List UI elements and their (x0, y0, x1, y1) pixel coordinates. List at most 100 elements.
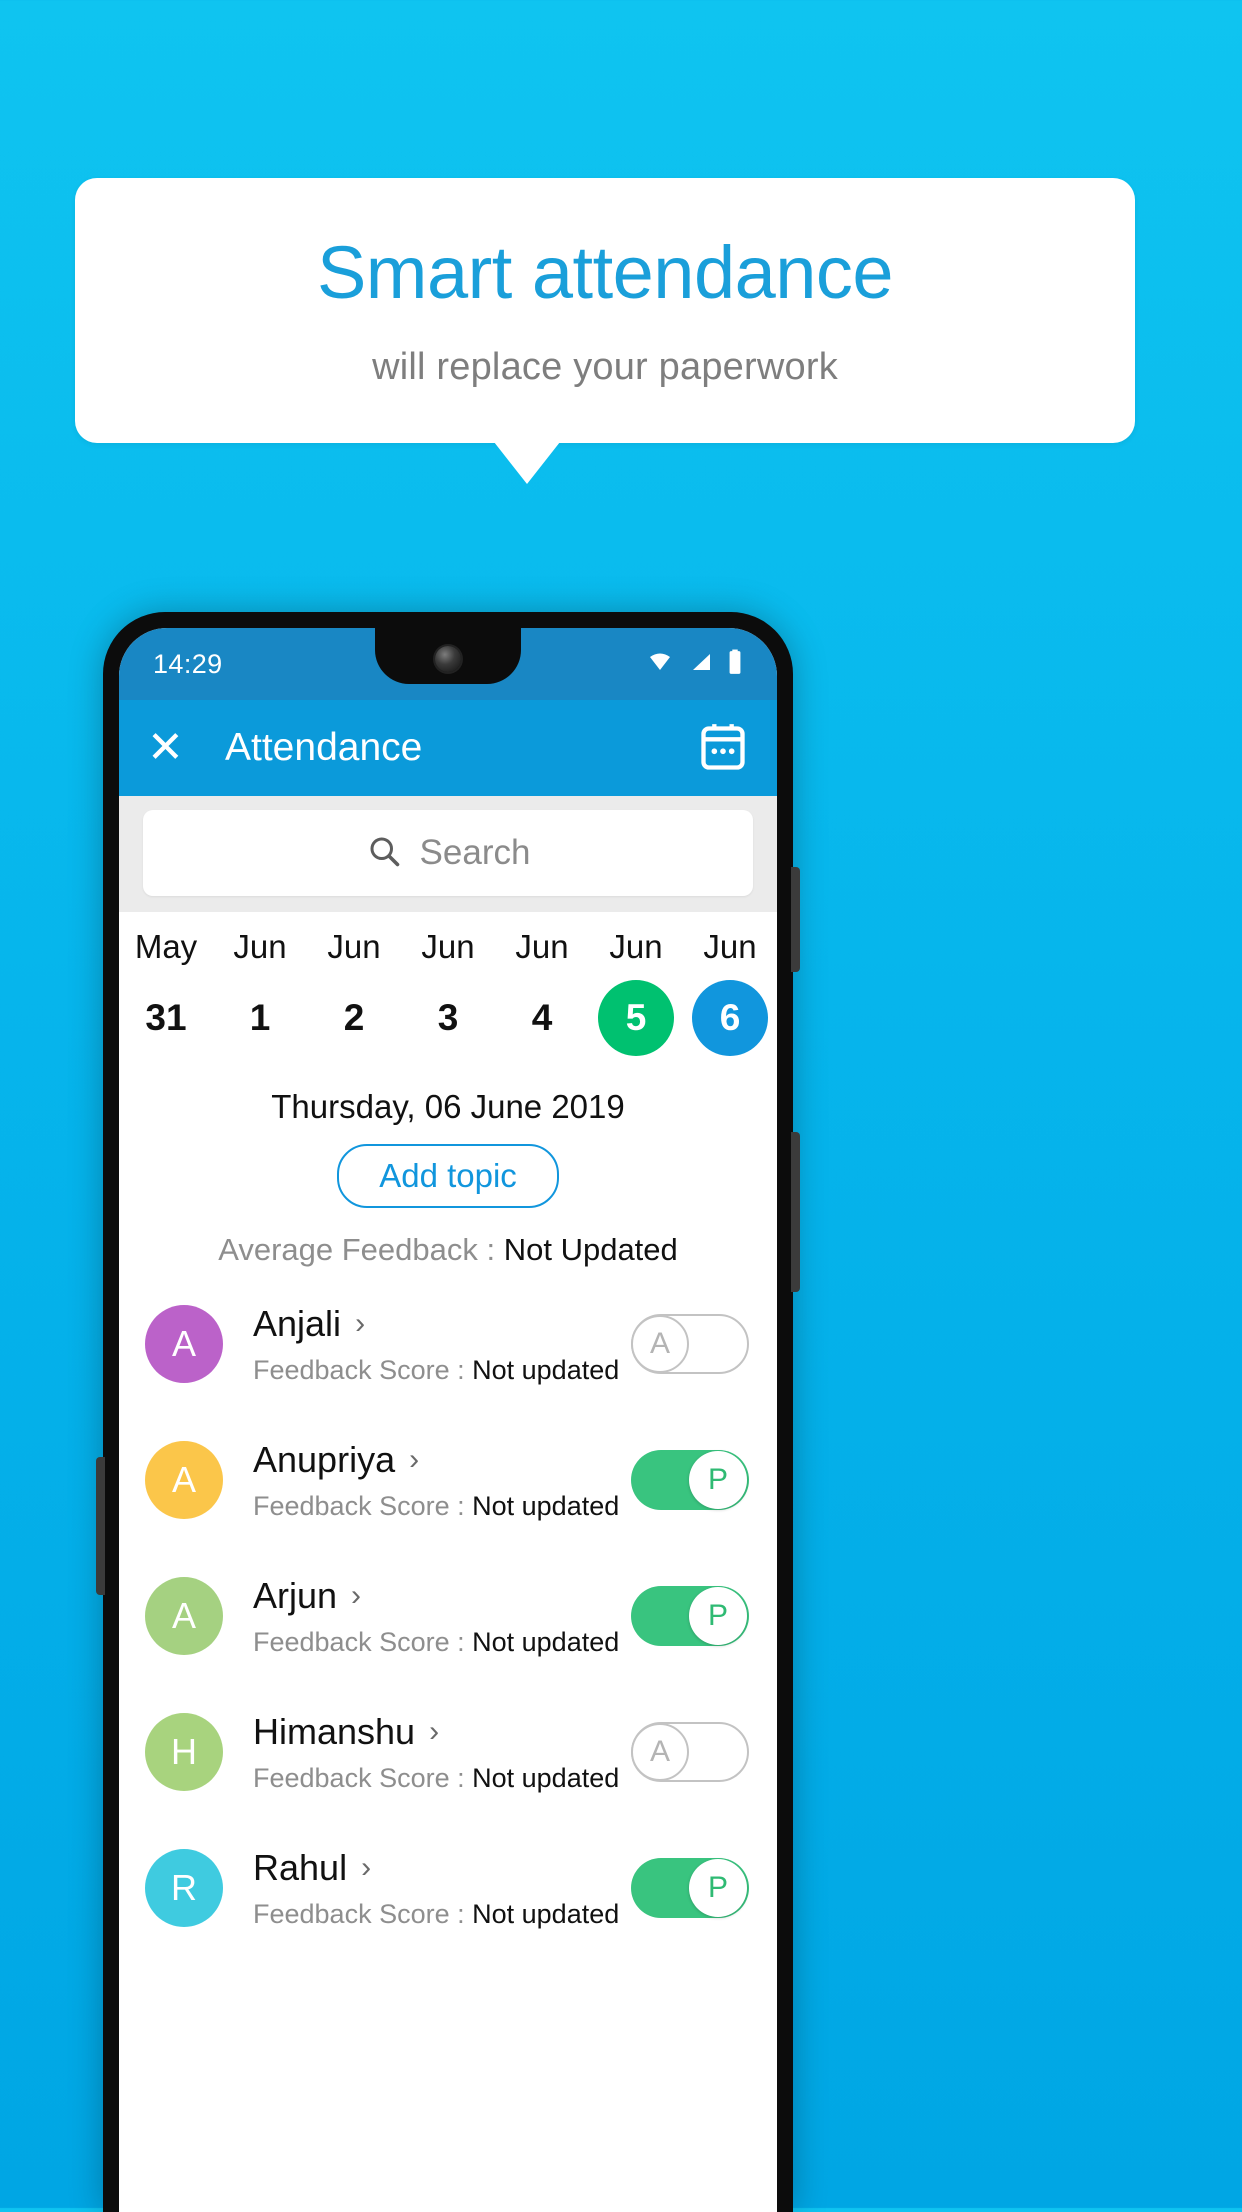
promo-title: Smart attendance (316, 231, 894, 314)
attendance-toggle[interactable]: A (631, 1314, 749, 1374)
date-strip[interactable]: May 31 Jun 1 Jun 2 Jun 3 Jun 4 Jun 5 Jun 6 (119, 912, 777, 1062)
feedback-score-label: Feedback Score : (253, 1490, 473, 1521)
feedback-score: Feedback Score : Not updated (253, 1491, 631, 1522)
average-feedback-label: Average Feedback : (218, 1232, 504, 1267)
student-row[interactable]: R Rahul › Feedback Score : Not updated P (119, 1820, 777, 1956)
status-bar: 14:29 (119, 628, 777, 700)
search-zone: Search (119, 796, 777, 912)
student-row[interactable]: A Anjali › Feedback Score : Not updated A (119, 1276, 777, 1412)
feedback-score-label: Feedback Score : (253, 1626, 473, 1657)
date-day-number[interactable]: 5 (598, 980, 674, 1056)
chevron-right-icon[interactable]: › (361, 1852, 371, 1883)
date-cell[interactable]: Jun 2 (307, 928, 401, 1056)
phone-right-button-bottom[interactable] (791, 1132, 800, 1292)
attendance-toggle[interactable]: P (631, 1858, 749, 1918)
app-bar: ✕ Attendance (119, 700, 777, 796)
avatar: A (145, 1441, 223, 1519)
promo-subtitle: will replace your paperwork (372, 346, 838, 388)
student-name-line[interactable]: Anjali › (253, 1303, 631, 1345)
student-row[interactable]: H Himanshu › Feedback Score : Not updated A (119, 1684, 777, 1820)
student-name: Anupriya (253, 1438, 396, 1480)
feedback-score-label: Feedback Score : (253, 1898, 473, 1929)
phone-right-button-top[interactable] (791, 867, 800, 972)
feedback-score-label: Feedback Score : (253, 1354, 473, 1385)
date-day-number[interactable]: 31 (128, 980, 204, 1056)
student-name-line[interactable]: Rahul › (253, 1847, 631, 1889)
date-day-number[interactable]: 6 (692, 980, 768, 1056)
date-day-number[interactable]: 2 (316, 980, 392, 1056)
feedback-score-label: Feedback Score : (253, 1762, 473, 1793)
chevron-right-icon[interactable]: › (429, 1716, 439, 1747)
attendance-toggle[interactable]: P (631, 1450, 749, 1510)
search-input[interactable]: Search (143, 810, 753, 896)
promo-callout: Smart attendance will replace your paper… (75, 178, 1135, 485)
date-day-number[interactable]: 1 (222, 980, 298, 1056)
avatar: A (145, 1577, 223, 1655)
battery-icon (727, 649, 743, 680)
student-row[interactable]: A Arjun › Feedback Score : Not updated P (119, 1548, 777, 1684)
feedback-score-value: Not updated (472, 1354, 620, 1385)
student-name: Anjali (253, 1302, 342, 1344)
attendance-toggle[interactable]: P (631, 1586, 749, 1646)
attendance-toggle-knob: P (689, 1587, 747, 1645)
student-row[interactable]: A Anupriya › Feedback Score : Not updated P (119, 1412, 777, 1548)
student-name: Arjun (253, 1574, 338, 1616)
chevron-right-icon[interactable]: › (351, 1580, 361, 1611)
phone-mockup: 14:29 ✕ Attendance Search May 31 Jun 1 J… (96, 612, 800, 2212)
selected-date-label: Thursday, 06 June 2019 (119, 1062, 777, 1126)
avatar: A (145, 1305, 223, 1383)
avatar: H (145, 1713, 223, 1791)
avatar: R (145, 1849, 223, 1927)
date-cell[interactable]: Jun 1 (213, 928, 307, 1056)
feedback-score: Feedback Score : Not updated (253, 1763, 631, 1794)
feedback-score-value: Not updated (472, 1490, 620, 1521)
date-month-label: Jun (515, 928, 569, 965)
signal-icon (688, 650, 714, 679)
date-month-label: Jun (609, 928, 663, 965)
date-day-number[interactable]: 4 (504, 980, 580, 1056)
add-topic-wrap: Add topic (119, 1126, 777, 1214)
status-time: 14:29 (153, 648, 223, 679)
student-name-line[interactable]: Anupriya › (253, 1439, 631, 1481)
front-camera (435, 646, 461, 672)
date-month-label: Jun (233, 928, 287, 965)
status-icons (645, 649, 743, 680)
date-cell[interactable]: Jun 5 (589, 928, 683, 1056)
student-info: Arjun › Feedback Score : Not updated (223, 1575, 631, 1658)
student-name: Himanshu (253, 1710, 416, 1752)
feedback-score: Feedback Score : Not updated (253, 1355, 631, 1386)
attendance-toggle-knob: P (689, 1859, 747, 1917)
attendance-toggle[interactable]: A (631, 1722, 749, 1782)
date-month-label: Jun (327, 928, 381, 965)
close-icon[interactable]: ✕ (147, 726, 209, 770)
student-info: Himanshu › Feedback Score : Not updated (223, 1711, 631, 1794)
add-topic-button[interactable]: Add topic (337, 1144, 559, 1208)
student-info: Rahul › Feedback Score : Not updated (223, 1847, 631, 1930)
bubble-tail (494, 442, 560, 484)
student-info: Anupriya › Feedback Score : Not updated (223, 1439, 631, 1522)
date-day-number[interactable]: 3 (410, 980, 486, 1056)
student-name-line[interactable]: Arjun › (253, 1575, 631, 1617)
chevron-right-icon[interactable]: › (409, 1444, 419, 1475)
chevron-right-icon[interactable]: › (355, 1308, 365, 1339)
date-cell[interactable]: Jun 4 (495, 928, 589, 1056)
feedback-score-value: Not updated (472, 1762, 620, 1793)
average-feedback-value: Not Updated (503, 1232, 678, 1267)
page-title: Attendance (225, 726, 423, 769)
student-name-line[interactable]: Himanshu › (253, 1711, 631, 1753)
phone-left-button[interactable] (96, 1457, 105, 1595)
student-info: Anjali › Feedback Score : Not updated (223, 1303, 631, 1386)
attendance-toggle-knob: A (631, 1315, 689, 1373)
feedback-score-value: Not updated (472, 1626, 620, 1657)
calendar-icon[interactable] (697, 722, 749, 774)
feedback-score: Feedback Score : Not updated (253, 1627, 631, 1658)
promo-bubble: Smart attendance will replace your paper… (75, 178, 1135, 443)
attendance-toggle-knob: P (689, 1451, 747, 1509)
date-cell[interactable]: Jun 3 (401, 928, 495, 1056)
date-cell[interactable]: May 31 (119, 928, 213, 1056)
phone-notch (375, 628, 521, 684)
date-cell[interactable]: Jun 6 (683, 928, 777, 1056)
student-list: A Anjali › Feedback Score : Not updated A A An… (119, 1276, 777, 1956)
search-icon (366, 833, 402, 874)
feedback-score-value: Not updated (472, 1898, 620, 1929)
